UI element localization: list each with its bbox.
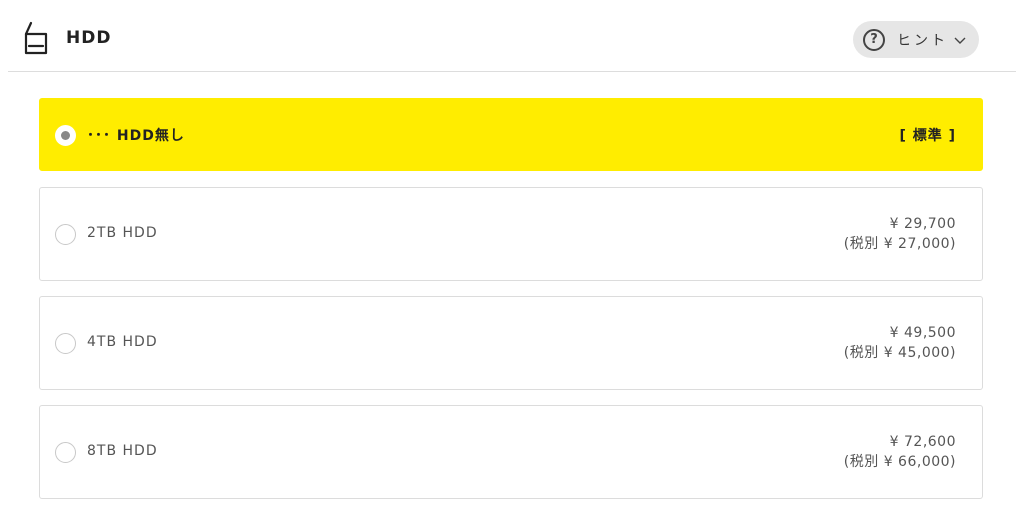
hint-label: ヒント: [897, 32, 948, 49]
hint-button[interactable]: ? ヒント: [853, 21, 979, 58]
option-4tb-hdd[interactable]: 4TB HDD ¥ 49,500 (税別 ¥ 45,000): [39, 296, 983, 390]
price-incl-tax: ¥ 29,700: [889, 216, 956, 232]
price-incl-tax: ¥ 49,500: [889, 325, 956, 341]
standard-badge: [ 標準 ]: [899, 128, 956, 144]
price-excl-tax: (税別 ¥ 66,000): [843, 454, 956, 470]
option-label: ･･･ HDD無し: [87, 128, 185, 144]
option-2tb-hdd[interactable]: 2TB HDD ¥ 29,700 (税別 ¥ 27,000): [39, 187, 983, 281]
chevron-down-icon: [954, 37, 966, 44]
option-label: 8TB HDD: [87, 443, 158, 459]
radio-selected-dot: [61, 131, 70, 140]
radio-button[interactable]: [55, 442, 76, 463]
option-8tb-hdd[interactable]: 8TB HDD ¥ 72,600 (税別 ¥ 66,000): [39, 405, 983, 499]
page-title: HDD: [66, 28, 112, 48]
radio-button[interactable]: [55, 333, 76, 354]
radio-button[interactable]: [55, 224, 76, 245]
price-excl-tax: (税別 ¥ 27,000): [843, 236, 956, 252]
price-excl-tax: (税別 ¥ 45,000): [843, 345, 956, 361]
option-label: 4TB HDD: [87, 334, 158, 350]
option-label: 2TB HDD: [87, 225, 158, 241]
hdd-icon: [24, 21, 48, 55]
option-no-hdd[interactable]: ･･･ HDD無し [ 標準 ]: [39, 98, 983, 171]
price-block: ¥ 49,500 (税別 ¥ 45,000): [844, 323, 956, 363]
price-block: ¥ 29,700 (税別 ¥ 27,000): [844, 214, 956, 254]
question-icon: ?: [863, 28, 885, 51]
price-block: ¥ 72,600 (税別 ¥ 66,000): [844, 432, 956, 472]
radio-button[interactable]: [55, 125, 76, 146]
price-incl-tax: ¥ 72,600: [889, 434, 956, 450]
section-header: HDD ? ヒント: [8, 0, 1016, 72]
